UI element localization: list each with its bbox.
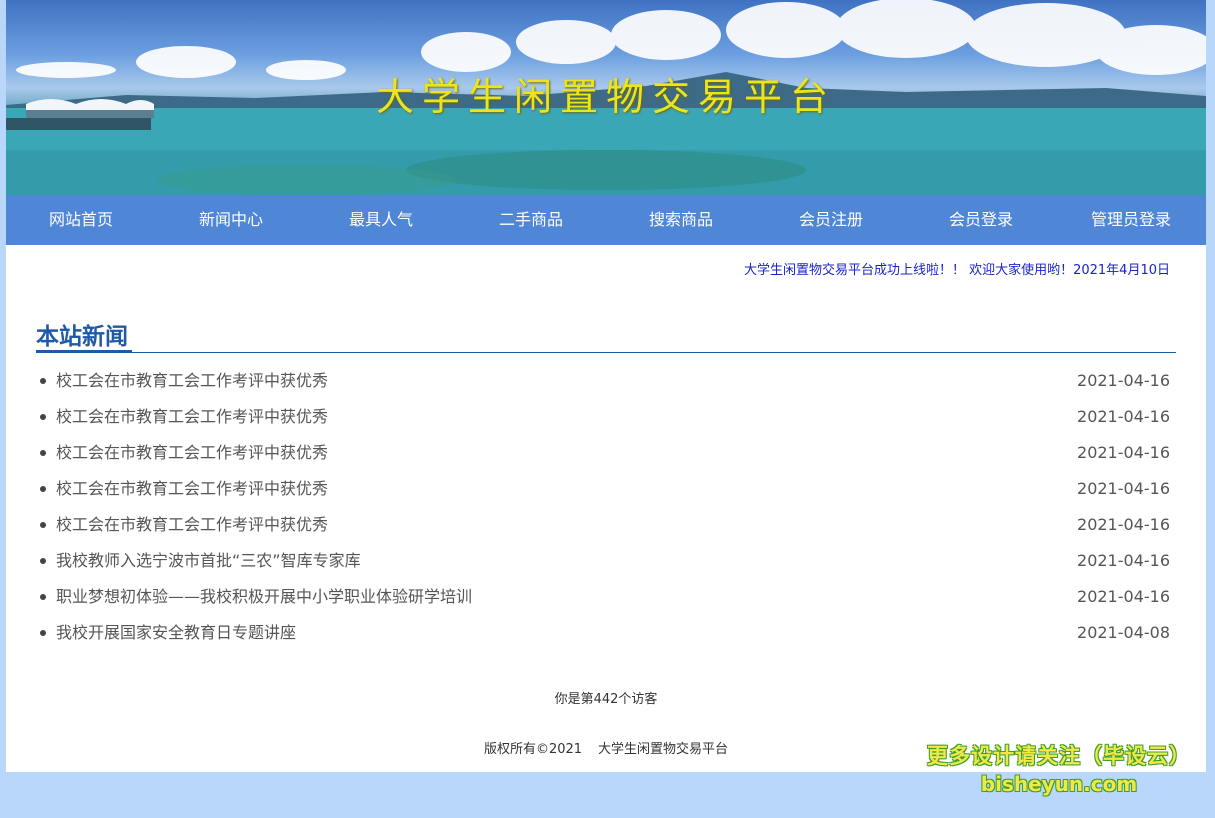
list-item: 职业梦想初体验——我校积极开展中小学职业体验研学培训 2021-04-16 bbox=[40, 579, 1170, 615]
watermark-line2: bisheyun.com bbox=[980, 772, 1138, 796]
news-link[interactable]: 校工会在市教育工会工作考评中获优秀 bbox=[40, 471, 328, 507]
news-date: 2021-04-16 bbox=[1077, 443, 1170, 462]
news-section-header: 本站新闻 bbox=[36, 317, 1176, 353]
site-title: 大学生闲置物交易平台 bbox=[375, 75, 836, 119]
news-title[interactable]: 我校教师入选宁波市首批“三农”智库专家库 bbox=[56, 543, 361, 579]
news-date: 2021-04-16 bbox=[1077, 407, 1170, 426]
news-title[interactable]: 校工会在市教育工会工作考评中获优秀 bbox=[56, 435, 328, 471]
news-title[interactable]: 我校开展国家安全教育日专题讲座 bbox=[56, 615, 296, 651]
list-item: 校工会在市教育工会工作考评中获优秀 2021-04-16 bbox=[40, 363, 1170, 399]
news-link[interactable]: 校工会在市教育工会工作考评中获优秀 bbox=[40, 435, 328, 471]
header-banner: 大学生闲置物交易平台 bbox=[6, 0, 1206, 195]
news-link[interactable]: 我校开展国家安全教育日专题讲座 bbox=[40, 615, 296, 651]
announcement-marquee: 大学生闲置物交易平台成功上线啦！！ 欢迎大家使用哟！2021年4月10日 bbox=[743, 263, 1170, 278]
list-item: 校工会在市教育工会工作考评中获优秀 2021-04-16 bbox=[40, 507, 1170, 543]
news-link[interactable]: 职业梦想初体验——我校积极开展中小学职业体验研学培训 bbox=[40, 579, 472, 615]
list-item: 我校开展国家安全教育日专题讲座 2021-04-08 bbox=[40, 615, 1170, 651]
news-link[interactable]: 校工会在市教育工会工作考评中获优秀 bbox=[40, 507, 328, 543]
list-item: 我校教师入选宁波市首批“三农”智库专家库 2021-04-16 bbox=[40, 543, 1170, 579]
news-date: 2021-04-16 bbox=[1077, 515, 1170, 534]
visitor-counter: 你是第442个访客 bbox=[554, 692, 658, 707]
nav-item-member-register[interactable]: 会员注册 bbox=[756, 195, 906, 245]
news-link[interactable]: 我校教师入选宁波市首批“三农”智库专家库 bbox=[40, 543, 361, 579]
bullet-icon bbox=[40, 450, 46, 456]
news-title[interactable]: 校工会在市教育工会工作考评中获优秀 bbox=[56, 507, 328, 543]
nav-item-home[interactable]: 网站首页 bbox=[6, 195, 156, 245]
nav-item-second-hand[interactable]: 二手商品 bbox=[456, 195, 606, 245]
bullet-icon bbox=[40, 558, 46, 564]
watermark: 更多设计请关注（毕设云） bisheyun.com bbox=[927, 740, 1191, 796]
bullet-icon bbox=[40, 414, 46, 420]
news-link[interactable]: 校工会在市教育工会工作考评中获优秀 bbox=[40, 399, 328, 435]
nav-item-most-popular[interactable]: 最具人气 bbox=[306, 195, 456, 245]
news-section-title: 本站新闻 bbox=[36, 317, 132, 353]
list-item: 校工会在市教育工会工作考评中获优秀 2021-04-16 bbox=[40, 399, 1170, 435]
news-date: 2021-04-16 bbox=[1077, 551, 1170, 570]
news-list: 校工会在市教育工会工作考评中获优秀 2021-04-16 校工会在市教育工会工作… bbox=[40, 363, 1170, 651]
nav-item-member-login[interactable]: 会员登录 bbox=[906, 195, 1056, 245]
bullet-icon bbox=[40, 486, 46, 492]
news-title[interactable]: 校工会在市教育工会工作考评中获优秀 bbox=[56, 399, 328, 435]
bullet-icon bbox=[40, 522, 46, 528]
news-link[interactable]: 校工会在市教育工会工作考评中获优秀 bbox=[40, 363, 328, 399]
bullet-icon bbox=[40, 594, 46, 600]
news-title[interactable]: 职业梦想初体验——我校积极开展中小学职业体验研学培训 bbox=[56, 579, 472, 615]
news-date: 2021-04-08 bbox=[1077, 623, 1170, 642]
nav-item-admin-login[interactable]: 管理员登录 bbox=[1056, 195, 1206, 245]
news-date: 2021-04-16 bbox=[1077, 371, 1170, 390]
page-container: 大学生闲置物交易平台 网站首页 新闻中心 最具人气 二手商品 搜索商品 会员注册… bbox=[6, 0, 1206, 772]
main-nav: 网站首页 新闻中心 最具人气 二手商品 搜索商品 会员注册 会员登录 管理员登录 bbox=[6, 195, 1206, 245]
copyright-text: 版权所有©2021 bbox=[483, 742, 583, 757]
news-title[interactable]: 校工会在市教育工会工作考评中获优秀 bbox=[56, 363, 328, 399]
nav-item-search-products[interactable]: 搜索商品 bbox=[606, 195, 756, 245]
nav-item-news-center[interactable]: 新闻中心 bbox=[156, 195, 306, 245]
list-item: 校工会在市教育工会工作考评中获优秀 2021-04-16 bbox=[40, 435, 1170, 471]
news-date: 2021-04-16 bbox=[1077, 479, 1170, 498]
footer-site-name: 大学生闲置物交易平台 bbox=[598, 742, 729, 757]
list-item: 校工会在市教育工会工作考评中获优秀 2021-04-16 bbox=[40, 471, 1170, 507]
news-title[interactable]: 校工会在市教育工会工作考评中获优秀 bbox=[56, 471, 328, 507]
news-date: 2021-04-16 bbox=[1077, 587, 1170, 606]
bullet-icon bbox=[40, 378, 46, 384]
bullet-icon bbox=[40, 630, 46, 636]
watermark-line1: 更多设计请关注（毕设云） bbox=[927, 744, 1191, 768]
